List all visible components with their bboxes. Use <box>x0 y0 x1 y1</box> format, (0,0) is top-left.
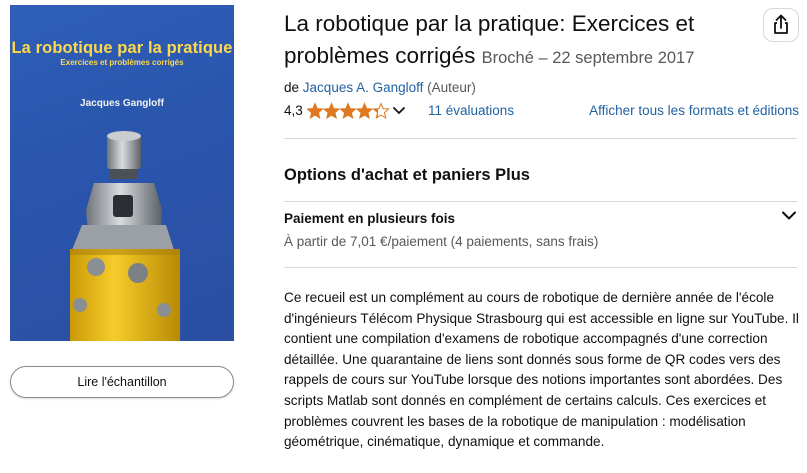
divider <box>284 267 797 268</box>
divider <box>284 201 797 202</box>
format-date: Broché – 22 septembre 2017 <box>481 49 695 67</box>
installments-text: À partir de 7,01 €/paiement (4 paiements… <box>284 234 599 249</box>
cover-title: La robotique par la pratique <box>11 39 233 57</box>
author-role: (Auteur) <box>427 80 476 95</box>
share-button[interactable] <box>763 8 799 42</box>
all-formats-link[interactable]: Afficher tous les formats et éditions <box>589 103 799 118</box>
installments-title[interactable]: Paiement en plusieurs fois <box>284 211 455 226</box>
book-description: Ce recueil est un complément au cours de… <box>284 290 799 450</box>
byline: de Jacques A. Gangloff (Auteur) <box>284 80 476 95</box>
divider <box>284 138 797 139</box>
reviews-link[interactable]: 11 évaluations <box>428 103 514 118</box>
rating-row: 4,3 11 évaluations Afficher tous les for… <box>284 101 799 123</box>
product-title-block: La robotique par la pratique: Exercices … <box>284 8 754 74</box>
star-icon <box>339 102 357 120</box>
star-icon <box>355 102 374 120</box>
chevron-down-icon[interactable] <box>781 210 797 222</box>
purchase-options-heading: Options d'achat et paniers Plus <box>284 166 530 184</box>
book-cover-image[interactable]: La robotique par la pratique Exercices e… <box>10 5 234 341</box>
by-prefix: de <box>284 80 300 95</box>
author-link[interactable]: Jacques A. Gangloff <box>303 80 424 95</box>
share-icon <box>774 14 788 34</box>
star-icon <box>372 102 390 120</box>
cover-author: Jacques Gangloff <box>80 98 164 109</box>
star-icon <box>322 102 341 120</box>
read-sample-button[interactable]: Lire l'échantillon <box>10 366 234 398</box>
rating-value: 4,3 <box>284 103 303 118</box>
star-icon <box>307 102 324 120</box>
cover-subtitle: Exercices et problèmes corrigés <box>60 58 184 67</box>
chevron-down-icon[interactable] <box>392 106 406 116</box>
star-rating[interactable] <box>307 102 391 120</box>
